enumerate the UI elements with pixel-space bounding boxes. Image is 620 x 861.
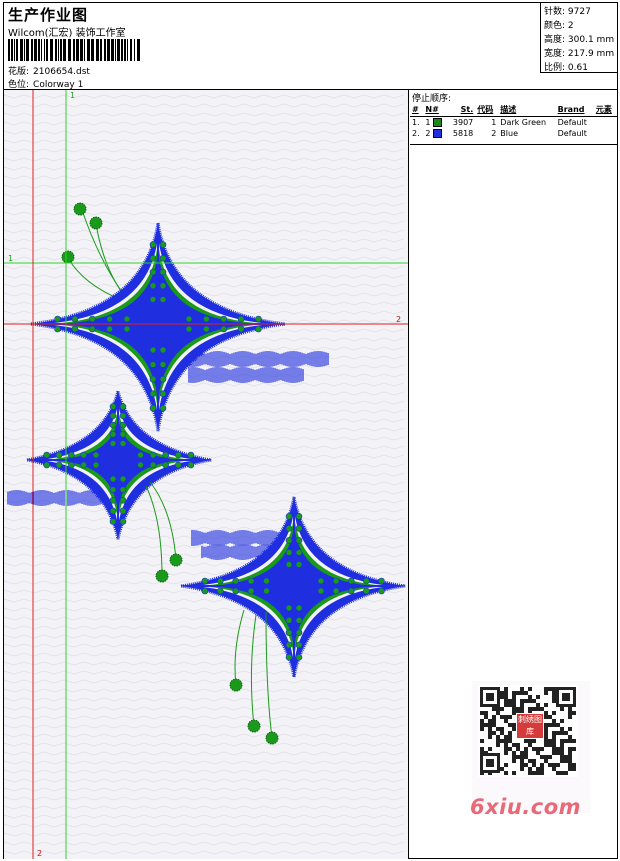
- stem-7: [247, 614, 261, 733]
- col-description: 描述: [498, 103, 556, 117]
- barcode: [8, 39, 140, 61]
- sheet-header: 生产作业图 Wilcom(汇宏) 装饰工作室 花版: 2106654.dst 色位…: [4, 3, 617, 90]
- color-swatch-green: [433, 118, 443, 127]
- guide-label-v2: 2: [37, 849, 42, 858]
- design-file-line: 花版: 2106654.dst: [8, 64, 90, 77]
- design-file-value: 2106654.dst: [33, 67, 90, 77]
- stem-6: [229, 609, 245, 692]
- company-name: Wilcom(汇宏) 装饰工作室: [8, 28, 126, 39]
- design-file-label: 花版:: [8, 67, 30, 77]
- col-code: 代码: [475, 103, 499, 117]
- panel-divider: [410, 144, 617, 145]
- colorway-line: 色位: Colorway 1: [8, 77, 83, 90]
- stat-stitches: 针数: 9727: [544, 7, 591, 17]
- watermark-text: 6xiu.com: [470, 795, 582, 819]
- motif-star-lower: [180, 496, 406, 678]
- colorway-label: 色位:: [8, 80, 30, 90]
- col-stitches: St.: [447, 103, 476, 117]
- sheet-title: 生产作业图: [8, 6, 89, 24]
- colorway-value: Colorway 1: [33, 80, 84, 90]
- guide-label-h1: 1: [8, 254, 13, 263]
- motif-star-medium: [26, 390, 212, 540]
- stem-3: [61, 250, 123, 301]
- design-stats: 针数: 9727 颜色: 2 高度: 300.1 mm 宽度: 217.9 mm…: [540, 3, 617, 73]
- production-sheet: 生产作业图 Wilcom(汇宏) 装饰工作室 花版: 2106654.dst 色位…: [3, 2, 618, 859]
- design-preview-canvas: 1 1 2 2: [4, 90, 409, 859]
- stat-colors: 颜色: 2: [544, 21, 574, 31]
- col-n: N#: [423, 103, 448, 117]
- stat-width: 宽度: 217.9 mm: [544, 49, 615, 59]
- satin-wave-1: [183, 351, 329, 367]
- col-num: #: [410, 103, 424, 117]
- qr-stamp-logo: 刺绣图库: [516, 713, 544, 739]
- stat-height: 高度: 300.1 mm: [544, 35, 615, 45]
- guide-label-v1: 1: [70, 91, 75, 100]
- table-header-row: # N# St. 代码 描述 Brand 元素: [410, 103, 617, 117]
- embroidery-preview: 1 1 2 2: [4, 90, 408, 859]
- stop-sequence-panel: 停止顺序: # N# St. 代码 描述 Brand 元素 1. 1 3907: [410, 90, 617, 859]
- color-swatch-blue: [433, 129, 443, 138]
- guide-label-h2: 2: [396, 315, 401, 324]
- col-element: 元素: [593, 103, 617, 117]
- stem-4: [149, 481, 183, 567]
- satin-wave-2: [188, 367, 304, 383]
- stop-sequence-table: # N# St. 代码 描述 Brand 元素 1. 1 3907 1 Dark…: [410, 103, 617, 139]
- col-brand: Brand: [555, 103, 594, 117]
- stop-sequence-heading: 停止顺序:: [412, 94, 452, 104]
- qr-code: 刺绣图库: [472, 681, 590, 813]
- table-row: 1. 1 3907 1 Dark Green Default: [412, 118, 587, 127]
- table-row: 2. 2 5818 2 Blue Default: [412, 129, 587, 138]
- stat-scale: 比例: 0.61: [544, 63, 588, 73]
